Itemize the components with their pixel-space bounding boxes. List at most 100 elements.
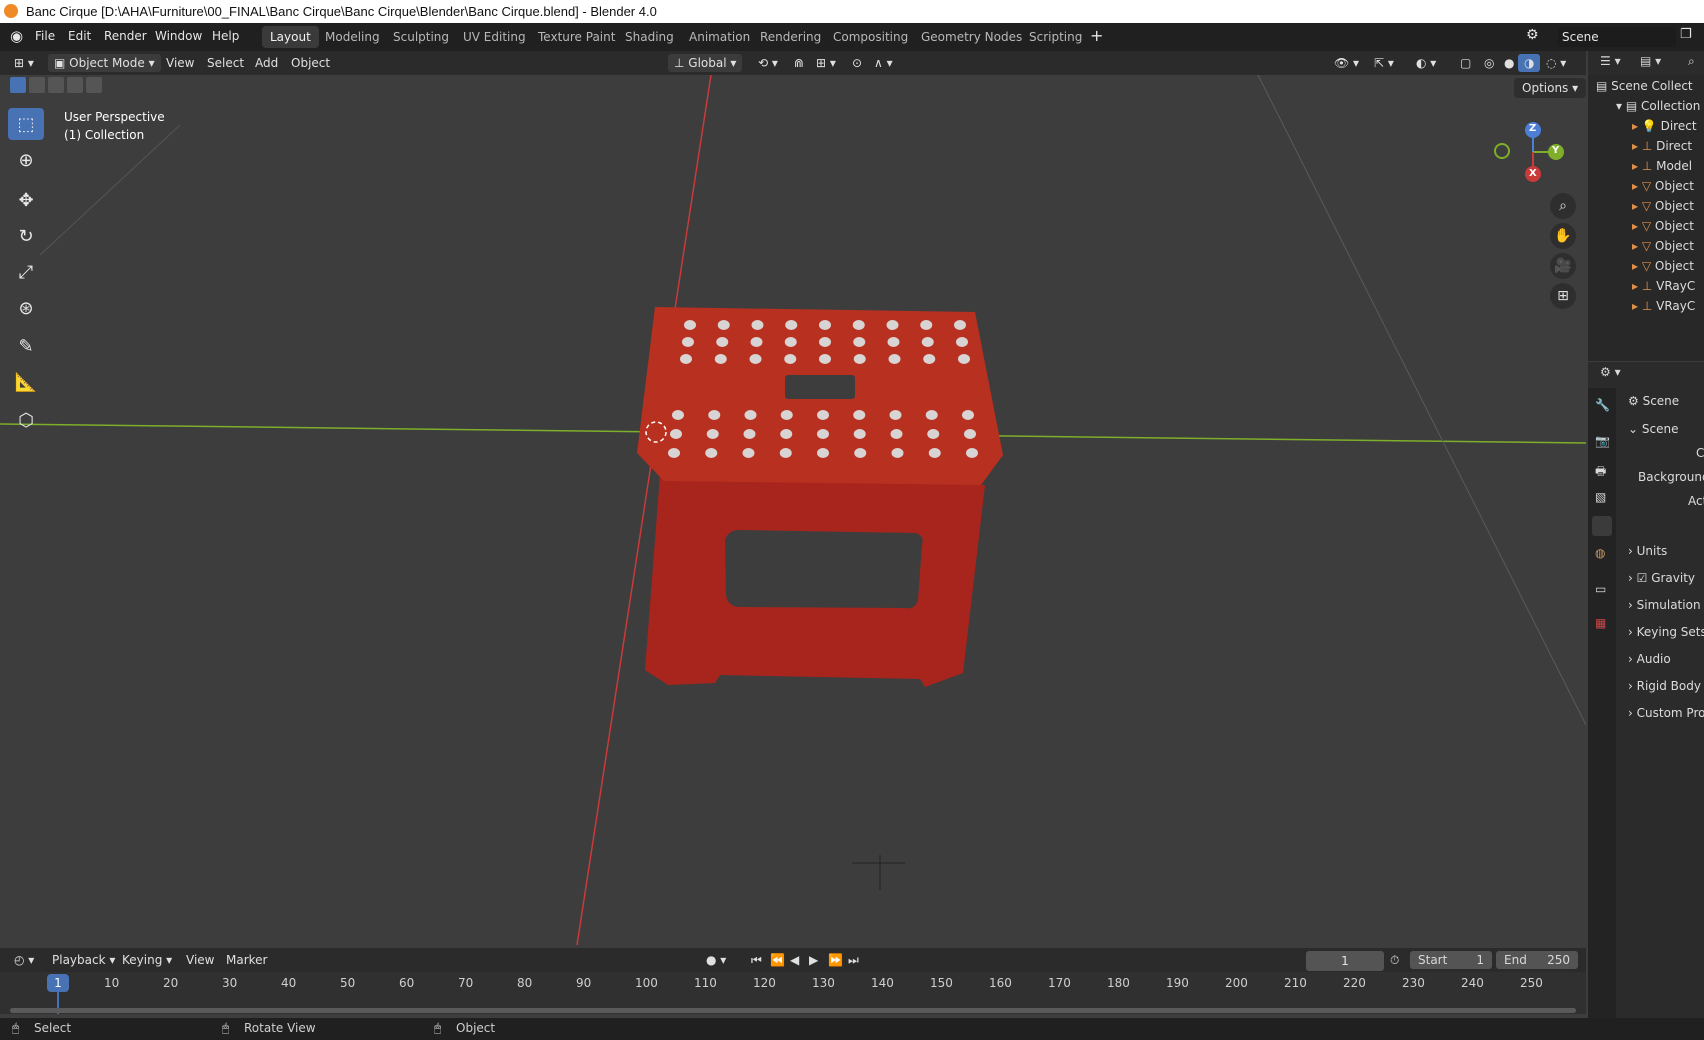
scene-icon[interactable]: ⚙ bbox=[1526, 27, 1539, 43]
tab-scripting[interactable]: Scripting bbox=[1021, 26, 1090, 48]
property-panel-header[interactable]: › Custom Pro bbox=[1628, 702, 1704, 724]
scale-tool-icon[interactable]: ⤢ bbox=[8, 256, 44, 288]
falloff-icon[interactable]: ∧ ▾ bbox=[868, 54, 899, 72]
keying-menu[interactable]: Keying ▾ bbox=[116, 951, 178, 969]
tab-layout[interactable]: Layout bbox=[262, 26, 319, 48]
display-mode-icon[interactable]: ▤ ▾ bbox=[1640, 54, 1661, 68]
outliner-item[interactable]: ▸ ▽ Object bbox=[1632, 216, 1694, 236]
output-tab-icon[interactable]: 🖶 bbox=[1595, 462, 1606, 483]
tab-uv-editing[interactable]: UV Editing bbox=[455, 26, 534, 48]
add-workspace-icon[interactable]: + bbox=[1090, 26, 1103, 45]
add-cube-tool-icon[interactable]: ⬡ bbox=[8, 404, 44, 436]
tab-modeling[interactable]: Modeling bbox=[317, 26, 388, 48]
outliner-item[interactable]: ▸ ▽ Object bbox=[1632, 176, 1694, 196]
property-panel-header[interactable]: › Audio bbox=[1628, 648, 1671, 670]
select-intersect-icon[interactable] bbox=[86, 77, 102, 93]
render-tab-icon[interactable]: 📷 bbox=[1595, 434, 1610, 448]
pivot-point-icon[interactable]: ⟲ ▾ bbox=[752, 54, 784, 72]
marker-menu[interactable]: Marker bbox=[220, 951, 273, 969]
visibility-icon[interactable]: 👁 ▾ bbox=[1328, 54, 1365, 72]
snap-icon[interactable]: ⋒ bbox=[788, 54, 810, 72]
outliner-item[interactable]: ▸ 💡 Direct bbox=[1632, 116, 1697, 136]
preview-range-icon[interactable]: ⏱ bbox=[1384, 951, 1405, 969]
select-box-tool-icon[interactable]: ⬚ bbox=[8, 108, 44, 140]
playhead[interactable]: 1 bbox=[47, 974, 69, 992]
camera-view-icon[interactable]: 🎥 bbox=[1550, 253, 1576, 279]
property-panel-header[interactable]: › Rigid Body bbox=[1628, 675, 1701, 697]
start-frame-field[interactable]: Start 1 bbox=[1410, 951, 1492, 969]
tab-shading[interactable]: Shading bbox=[617, 26, 682, 48]
outliner-item[interactable]: ▸ ⊥ Direct bbox=[1632, 136, 1692, 156]
property-panel-header[interactable]: › Units bbox=[1628, 540, 1667, 562]
timeline-area[interactable]: 10 20 30 40 50 60 70 80 90 100 110 120 130 140 150 160 1… bbox=[0, 972, 1586, 1014]
end-frame-field[interactable]: End 250 bbox=[1496, 951, 1578, 969]
menu-file[interactable]: File bbox=[35, 29, 55, 43]
blender-menu-icon[interactable]: ◉ bbox=[10, 27, 23, 45]
outliner-editor-icon[interactable]: ☰ ▾ bbox=[1600, 54, 1621, 68]
tab-animation[interactable]: Animation bbox=[681, 26, 758, 48]
current-frame-input[interactable] bbox=[1306, 951, 1384, 971]
transform-orientation[interactable]: ⊥ Global ▾ bbox=[668, 54, 743, 72]
editor-type-icon[interactable]: ⊞ ▾ bbox=[8, 54, 40, 72]
overlays-icon[interactable]: ◐ ▾ bbox=[1410, 54, 1442, 72]
transform-tool-icon[interactable]: ⊛ bbox=[8, 292, 44, 324]
timeline-scrollbar[interactable] bbox=[10, 1008, 1576, 1013]
select-subtract-icon[interactable] bbox=[48, 77, 64, 93]
new-scene-icon[interactable]: ❐ bbox=[1680, 27, 1692, 42]
view-layer-tab-icon[interactable]: ▧ bbox=[1595, 490, 1606, 504]
outliner-collection[interactable]: ▾ ▤ Collection bbox=[1616, 96, 1700, 116]
tab-geometry-nodes[interactable]: Geometry Nodes bbox=[913, 26, 1030, 48]
proportional-edit-icon[interactable]: ⊙ bbox=[846, 54, 868, 72]
xray-icon[interactable]: ▢ bbox=[1454, 54, 1477, 72]
menu-render[interactable]: Render bbox=[104, 29, 147, 43]
scene-tab-icon[interactable] bbox=[1592, 516, 1612, 536]
pan-hand-icon[interactable]: ✋ bbox=[1550, 223, 1576, 249]
timeline-view-menu[interactable]: View bbox=[180, 951, 220, 969]
add-menu[interactable]: Add bbox=[249, 54, 284, 72]
property-panel-header[interactable]: › ☑ Gravity bbox=[1628, 567, 1695, 589]
gizmo-toggle-icon[interactable]: ⇱ ▾ bbox=[1368, 54, 1400, 72]
timeline-editor-icon[interactable]: ◴ ▾ bbox=[8, 951, 40, 969]
tab-texture-paint[interactable]: Texture Paint bbox=[530, 26, 623, 48]
scene-selector[interactable]: Scene bbox=[1558, 27, 1676, 47]
menu-edit[interactable]: Edit bbox=[68, 29, 91, 43]
options-dropdown[interactable]: Options ▾ bbox=[1514, 78, 1587, 98]
outliner-item[interactable]: ▸ ⊥ VRayC bbox=[1632, 296, 1695, 316]
property-panel-header[interactable]: › Keying Sets bbox=[1628, 621, 1704, 643]
mode-selector[interactable]: ▣ Object Mode ▾ bbox=[48, 54, 161, 72]
rendered-shading-icon[interactable]: ◌ ▾ bbox=[1540, 54, 1572, 72]
ortho-toggle-icon[interactable]: ⊞ bbox=[1550, 283, 1576, 309]
select-extend-icon[interactable] bbox=[29, 77, 45, 93]
tab-rendering[interactable]: Rendering bbox=[752, 26, 829, 48]
world-tab-icon[interactable]: ◍ bbox=[1595, 546, 1605, 560]
menu-window[interactable]: Window bbox=[155, 29, 202, 43]
object-menu[interactable]: Object bbox=[285, 54, 336, 72]
3d-viewport[interactable] bbox=[0, 75, 1586, 945]
select-new-icon[interactable] bbox=[10, 77, 26, 93]
texture-tab-icon[interactable]: ▦ bbox=[1595, 616, 1606, 630]
outliner-item[interactable]: ▸ ▽ Object bbox=[1632, 196, 1694, 216]
collection-tab-icon[interactable]: ▭ bbox=[1595, 582, 1606, 596]
annotate-tool-icon[interactable]: ✎ bbox=[8, 330, 44, 362]
rotate-tool-icon[interactable]: ↻ bbox=[8, 220, 44, 252]
outliner-item[interactable]: ▸ ▽ Object bbox=[1632, 236, 1694, 256]
outliner-scene-collection[interactable]: ▤ Scene Collect bbox=[1596, 76, 1693, 96]
tab-compositing[interactable]: Compositing bbox=[825, 26, 916, 48]
select-invert-icon[interactable] bbox=[67, 77, 83, 93]
zoom-icon[interactable]: ⌕ bbox=[1550, 193, 1576, 219]
jump-end-icon[interactable]: ⏭ bbox=[842, 951, 865, 969]
auto-keying-icon[interactable]: ● ▾ bbox=[700, 951, 732, 969]
outliner-item[interactable]: ▸ ⊥ Model bbox=[1632, 156, 1692, 176]
measure-tool-icon[interactable]: 📐 bbox=[8, 366, 44, 398]
tool-tab-icon[interactable]: 🔧 bbox=[1595, 398, 1610, 412]
outliner-item[interactable]: ▸ ⊥ VRayC bbox=[1632, 276, 1695, 296]
properties-editor-icon[interactable]: ⚙ ▾ bbox=[1600, 365, 1621, 379]
cursor-tool-icon[interactable]: ⊕ bbox=[8, 144, 44, 176]
material-shading-icon[interactable]: ◑ bbox=[1518, 54, 1541, 72]
outliner-item[interactable]: ▸ ▽ Object bbox=[1632, 256, 1694, 276]
tab-sculpting[interactable]: Sculpting bbox=[385, 26, 457, 48]
outliner-search-icon[interactable]: ⌕ bbox=[1688, 54, 1695, 69]
playback-menu[interactable]: Playback ▾ bbox=[46, 951, 121, 969]
select-menu[interactable]: Select bbox=[201, 54, 250, 72]
view-menu[interactable]: View bbox=[160, 54, 200, 72]
